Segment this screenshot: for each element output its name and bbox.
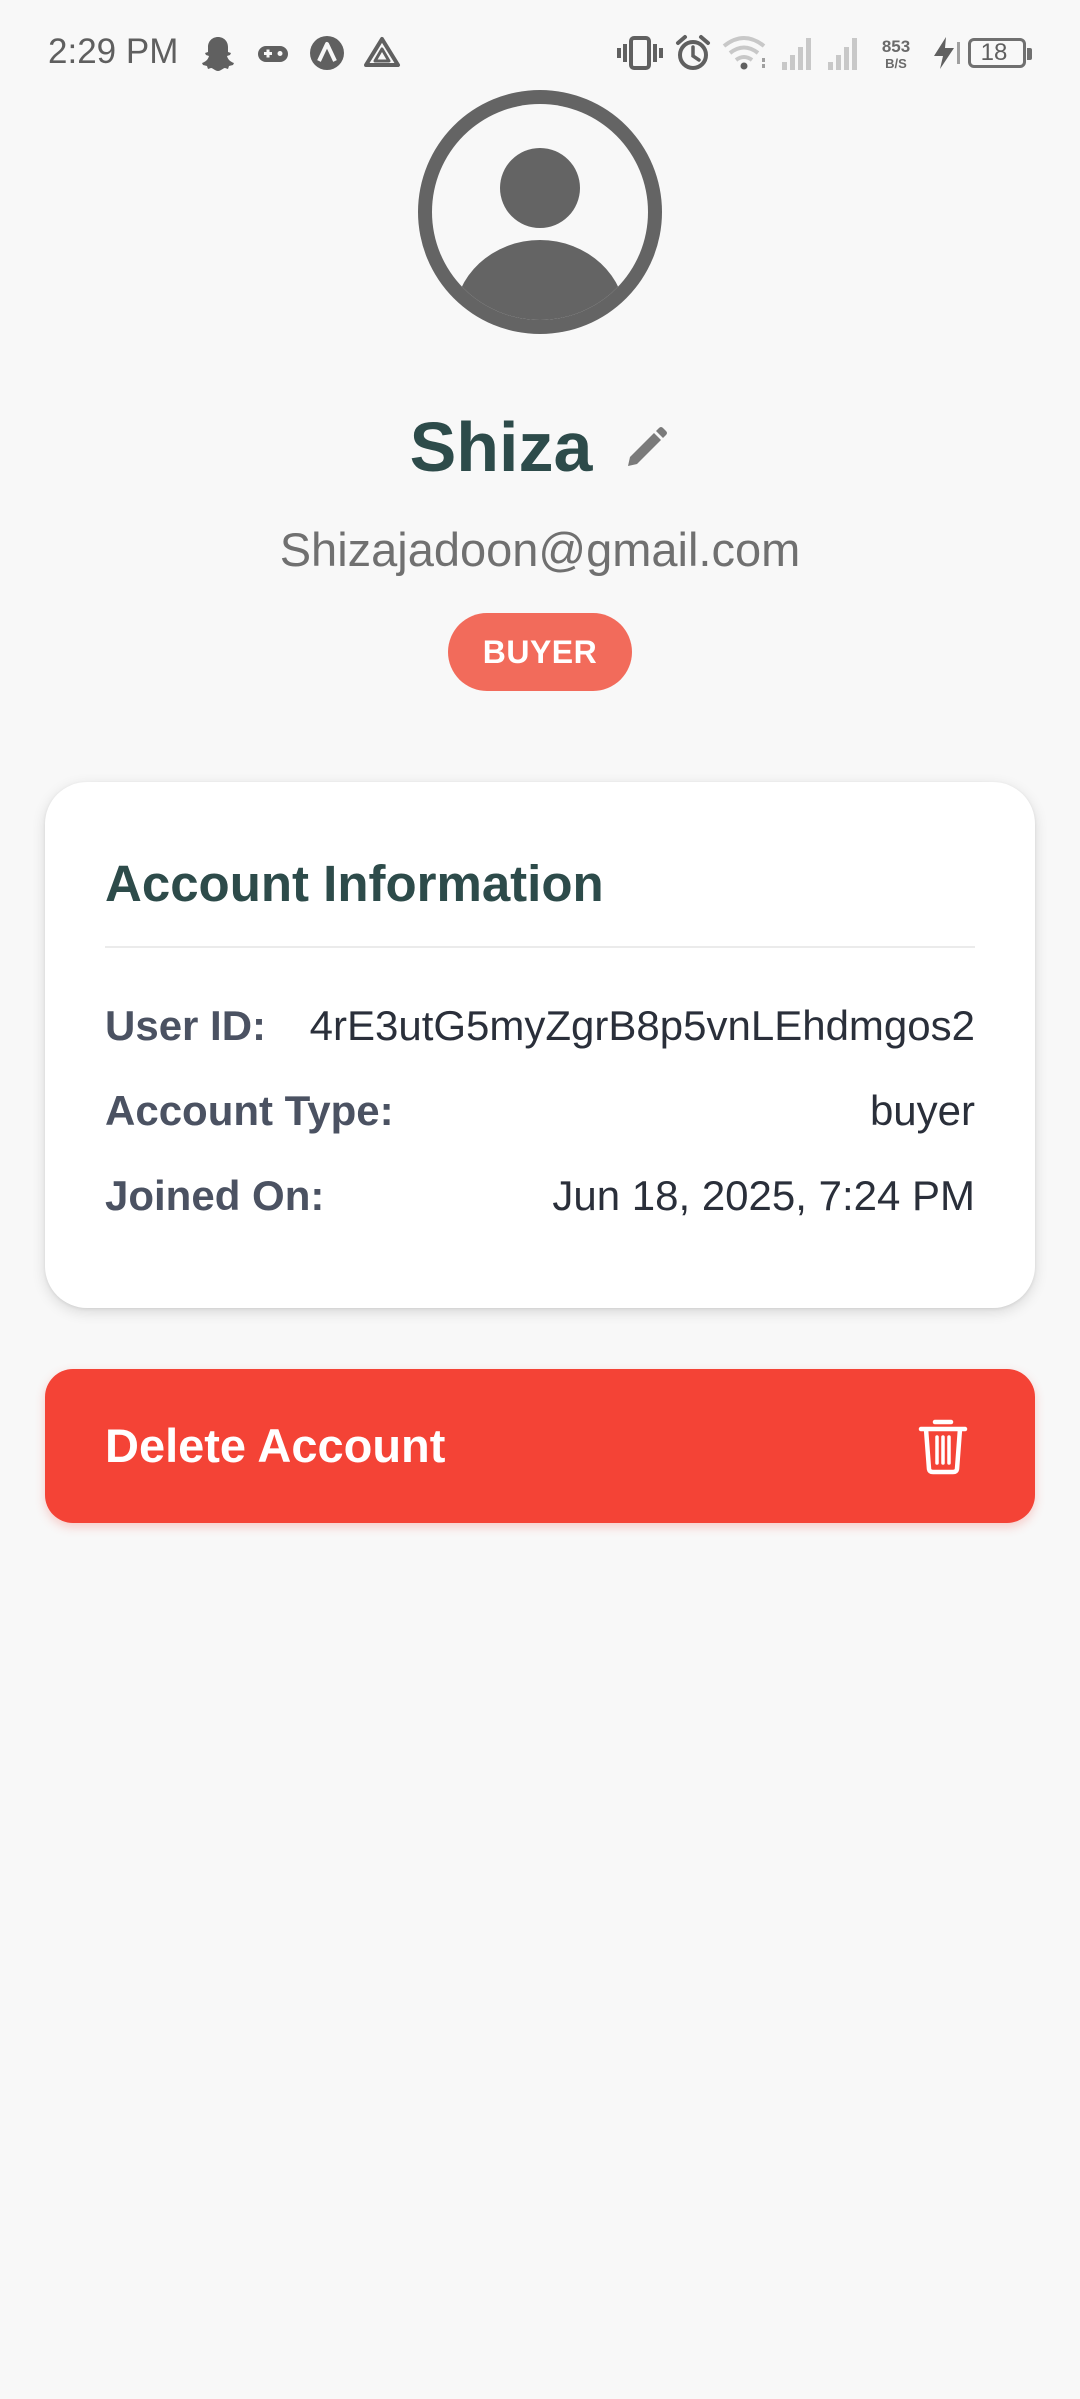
game-controller-icon (256, 34, 290, 74)
network-speed-value: 853 (881, 37, 911, 56)
signal-icon (826, 34, 862, 74)
account-type-label: Account Type: (105, 1087, 394, 1134)
user-id-value: 4rE3utG5myZgrB8p5vnLEhdmgos2 (309, 1002, 975, 1049)
joined-on-value: Jun 18, 2025, 7:24 PM (552, 1172, 975, 1219)
wifi-icon (720, 34, 768, 74)
profile-name-row: Shiza (0, 402, 1080, 492)
arc-app-icon (308, 34, 346, 74)
role-badge: BUYER (448, 613, 632, 691)
battery-nub (1027, 48, 1032, 60)
info-row-user-id: User ID: 4rE3utG5myZgrB8p5vnLEhdmgos2 (105, 998, 975, 1054)
charging-icon (928, 34, 962, 74)
avatar[interactable] (418, 90, 662, 334)
account-type-value: buyer (869, 1087, 975, 1134)
alarm-icon (674, 34, 712, 74)
drive-icon (362, 34, 402, 74)
snapchat-icon (200, 34, 236, 74)
signal-icon (780, 34, 816, 74)
battery-level: 18 (980, 39, 1008, 66)
account-info-title: Account Information (105, 855, 604, 912)
account-circle-icon (418, 90, 662, 334)
network-speed-unit: B/S (885, 56, 907, 71)
info-row-joined-on: Joined On: Jun 18, 2025, 7:24 PM (105, 1168, 975, 1224)
profile-name: Shiza (409, 408, 593, 486)
joined-on-label: Joined On: (105, 1172, 325, 1219)
vibrate-icon (616, 34, 664, 74)
info-row-account-type: Account Type: buyer (105, 1083, 975, 1139)
user-id-label: User ID: (105, 1002, 267, 1049)
account-info-card: Account Information User ID: 4rE3utG5myZ… (45, 782, 1035, 1308)
pencil-icon[interactable] (620, 424, 670, 474)
status-time: 2:29 PM (48, 32, 179, 71)
divider (105, 946, 975, 948)
delete-account-label: Delete Account (105, 1419, 446, 1472)
network-speed: 853 B/S (876, 38, 916, 70)
delete-account-button[interactable]: Delete Account (45, 1369, 1035, 1523)
trash-icon (918, 1419, 968, 1475)
battery-indicator: 18 (968, 38, 1032, 68)
profile-email: Shizajadoon@gmail.com (279, 523, 801, 576)
